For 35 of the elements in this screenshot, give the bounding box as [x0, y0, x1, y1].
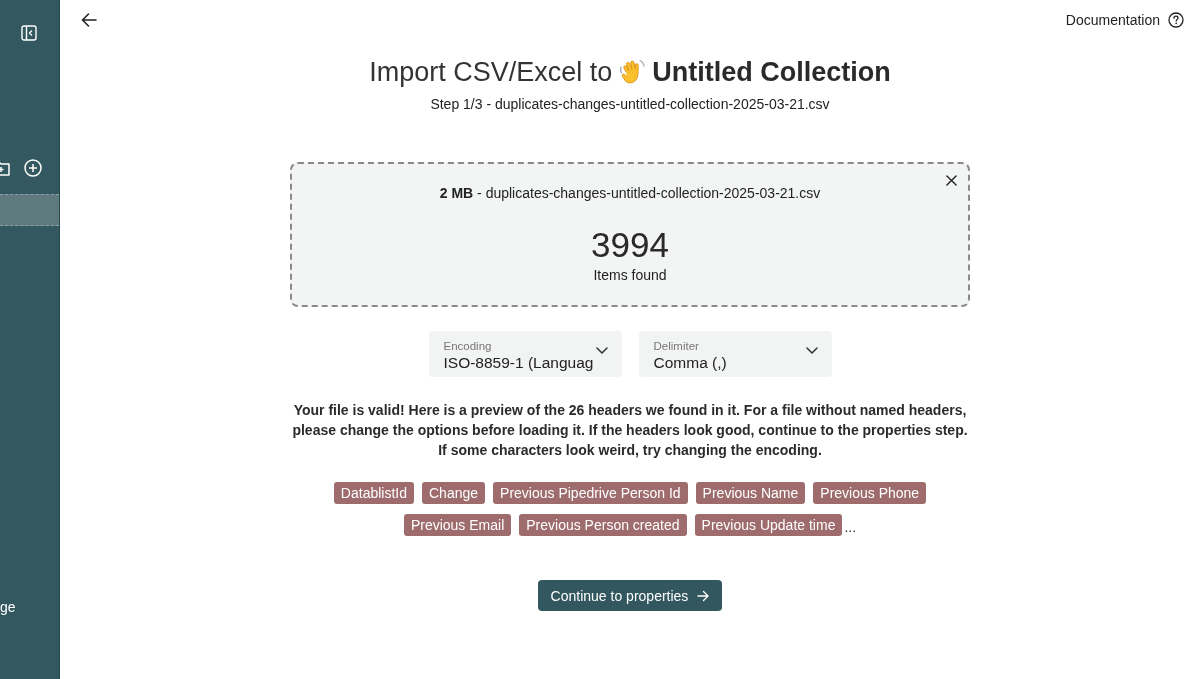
- continue-button[interactable]: Continue to properties: [537, 580, 723, 611]
- header-tag: Previous Name: [695, 482, 806, 504]
- option-select[interactable]: Delimiter Comma (,): [638, 331, 832, 377]
- waving-hand-icon: [618, 58, 647, 86]
- collection-name: Untitled Collection: [652, 56, 891, 89]
- page-title: Import CSV/Excel to: [369, 56, 613, 89]
- folder-plus-icon[interactable]: [0, 159, 10, 177]
- sidebar-toggle-icon[interactable]: [21, 25, 37, 41]
- help-icon[interactable]: [1168, 12, 1184, 28]
- option-select[interactable]: Encoding ISO-8859-1 (Languag: [428, 331, 622, 377]
- header-tag: Previous Email: [403, 514, 512, 536]
- arrow-right-icon: [697, 589, 710, 602]
- close-icon[interactable]: [946, 175, 957, 186]
- header-tag: DatablistId: [333, 482, 414, 504]
- validation-message: Your file is valid! Here is a preview of the 26 headers we found in it. For a file without named headers, please change the options before loading it. If the headers look good, continue to the properties step. If some characters look weird, try changing the encoding.: [291, 401, 969, 460]
- chevron-down-icon: [805, 347, 818, 355]
- header-tag: Change: [422, 482, 486, 504]
- add-circle-icon[interactable]: [24, 159, 42, 177]
- more-indicator: ...: [844, 518, 857, 536]
- item-count: 3994: [591, 225, 669, 265]
- documentation-link[interactable]: Documentation: [1065, 12, 1160, 28]
- sidebar-item-label[interactable]: ge: [0, 599, 16, 615]
- header-tag: Previous Phone: [813, 482, 927, 504]
- select-value: ISO-8859-1 (Languag: [443, 352, 594, 373]
- item-count-label: Items found: [593, 266, 667, 285]
- file-info: 2 MB - duplicates-changes-untitled-collection-2025-03-21.csv: [439, 184, 821, 203]
- chevron-down-icon: [595, 347, 608, 355]
- select-label: Delimiter: [653, 338, 699, 353]
- select-value: Comma (,): [653, 352, 727, 373]
- header-tag: Previous Pipedrive Person Id: [493, 482, 688, 504]
- header-tag: Previous Update time: [694, 514, 843, 536]
- header-tag: Previous Person created: [519, 514, 687, 536]
- step-subtitle: Step 1/3 - duplicates-changes-untitled-collection-2025-03-21.csv: [430, 95, 830, 114]
- back-arrow-icon[interactable]: [81, 12, 97, 28]
- select-label: Encoding: [443, 338, 492, 353]
